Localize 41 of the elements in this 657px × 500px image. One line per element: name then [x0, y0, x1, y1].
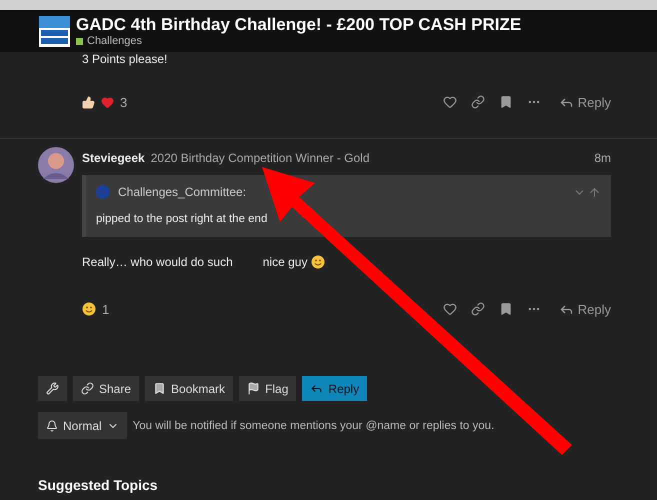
post-time: 8m — [594, 151, 611, 165]
wrench-icon — [46, 382, 59, 395]
reaction-count: 1 — [102, 302, 110, 316]
bookmark-button[interactable]: Bookmark — [145, 376, 234, 401]
notification-description: You will be notified if someone mentions your @name or replies to you. — [132, 420, 494, 432]
club-logo[interactable] — [39, 16, 70, 46]
bookmark-icon[interactable] — [498, 95, 513, 109]
reply-button[interactable]: Reply — [554, 302, 611, 316]
committee-avatar — [96, 185, 110, 199]
post-text: nice guy — [262, 255, 308, 269]
heart-icon[interactable] — [101, 96, 114, 108]
bell-icon — [46, 420, 58, 432]
user-avatar[interactable] — [38, 147, 74, 183]
share-button[interactable]: Share — [73, 376, 140, 401]
reply-icon — [310, 382, 324, 395]
admin-button[interactable] — [38, 376, 67, 401]
link-icon[interactable] — [470, 95, 485, 109]
category-link[interactable]: Challenges — [76, 35, 522, 47]
notification-dropdown[interactable]: Normal — [38, 412, 127, 439]
reply-button[interactable]: Reply — [302, 376, 368, 401]
flag-icon — [247, 382, 260, 395]
like-icon[interactable] — [442, 302, 457, 316]
quote-author[interactable]: Challenges_Committee: — [118, 185, 246, 199]
post-text: Really… who would do such — [82, 255, 233, 269]
reply-button[interactable]: Reply — [554, 94, 611, 110]
quote-text: pipped to the post right at the end — [96, 213, 268, 225]
post-text: 3 Points please! — [82, 52, 168, 66]
flag-button[interactable]: Flag — [239, 376, 296, 401]
author-name[interactable]: Steviegeek — [82, 151, 145, 165]
up-arrow-icon[interactable] — [588, 186, 601, 198]
topic-title[interactable]: GADC 4th Birthday Challenge! - £200 TOP CASH PRIZE — [76, 15, 522, 35]
bookmark-icon — [153, 382, 166, 395]
link-icon — [81, 382, 94, 395]
smiley-icon — [82, 302, 96, 316]
reaction-count: 3 — [120, 94, 128, 110]
link-icon[interactable] — [470, 302, 485, 316]
section-heading: Suggested Topics — [37, 477, 159, 493]
like-icon[interactable] — [442, 95, 457, 109]
thumbs-up-icon[interactable] — [82, 96, 95, 108]
bookmark-icon[interactable] — [498, 302, 513, 316]
user-title: 2020 Birthday Competition Winner - Gold — [150, 151, 370, 165]
